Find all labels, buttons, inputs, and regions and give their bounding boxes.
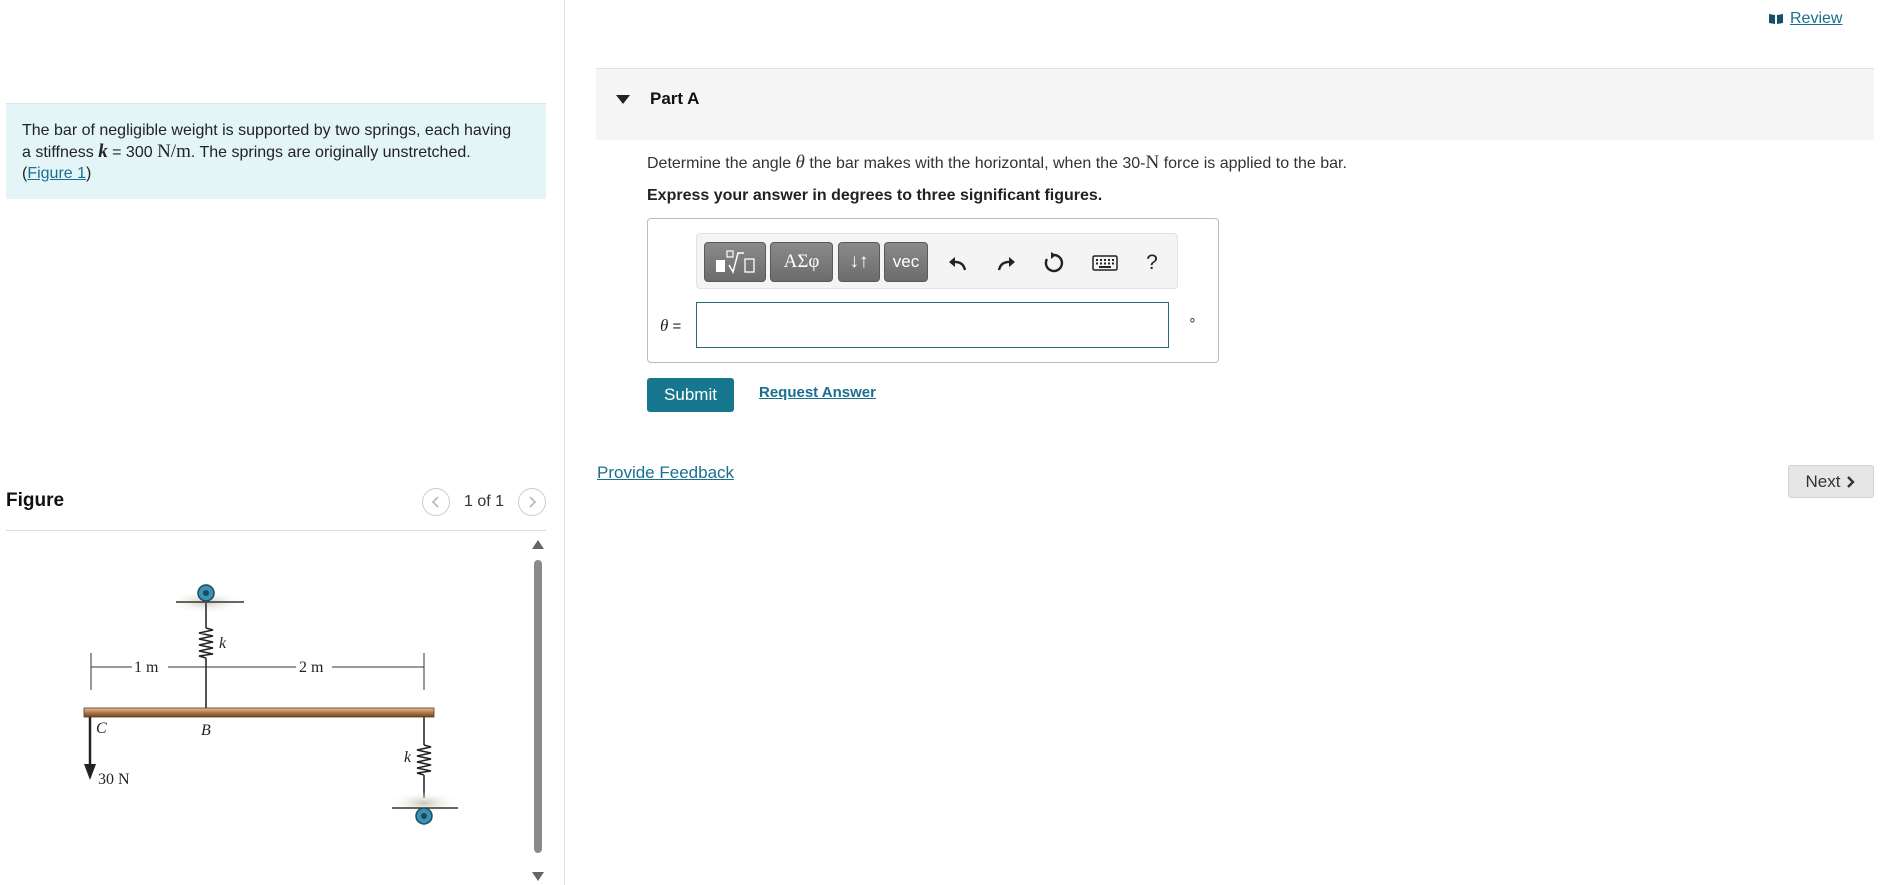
figure-next-button[interactable]: [518, 488, 546, 516]
figure-viewport[interactable]: k 1 m 2 m C B 30 N k: [6, 540, 546, 885]
reset-button[interactable]: [1037, 246, 1071, 280]
reset-icon: [1044, 252, 1064, 273]
figure-diagram: k 1 m 2 m C B 30 N k: [83, 584, 460, 825]
figure-link[interactable]: Figure 1: [27, 165, 86, 182]
label-k-top: k: [219, 635, 227, 652]
question-post: force is applied to the bar.: [1159, 155, 1347, 172]
problem-statement: The bar of negligible weight is supporte…: [6, 103, 546, 199]
answer-input[interactable]: [696, 302, 1169, 348]
next-label: Next: [1805, 471, 1841, 491]
label-force: 30 N: [98, 771, 130, 788]
submit-button[interactable]: Submit: [647, 378, 734, 412]
figure-header: Figure 1 of 1: [6, 488, 546, 531]
bottom-spring-coil: [416, 744, 432, 776]
problem-text-2: . The springs are originally unstretched…: [190, 144, 471, 161]
label-k-bottom: k: [404, 749, 412, 766]
book-icon: [1769, 14, 1783, 24]
figure-scrollbar[interactable]: [530, 540, 546, 885]
request-answer-link[interactable]: Request Answer: [759, 384, 876, 401]
problem-line-1: The bar of negligible weight is supporte…: [22, 122, 512, 139]
undo-icon: [949, 257, 967, 271]
top-pin-center: [203, 590, 209, 596]
label-dim-2m: 2 m: [299, 659, 324, 676]
chevron-right-icon: [1847, 475, 1856, 488]
question-mid: the bar makes with the horizontal, when …: [804, 155, 1146, 172]
help-button[interactable]: ?: [1135, 246, 1169, 280]
stiffness-symbol: k: [98, 141, 108, 162]
scroll-up-arrow-icon[interactable]: [532, 540, 544, 549]
figure-page-count: 1 of 1: [463, 493, 504, 510]
answer-container: ΑΣφ ↓↑ vec ? θ = ∘: [647, 218, 1219, 363]
greek-symbols-button[interactable]: ΑΣφ: [770, 242, 833, 282]
question-text: Determine the angle θ the bar makes with…: [647, 152, 1347, 174]
paren-close: ): [86, 165, 92, 182]
problem-line-2: a stiffness k = 300 N/m. The springs are…: [22, 141, 530, 163]
chevron-left-icon: [431, 496, 439, 508]
stiffness-value: = 300: [107, 144, 158, 161]
theta-symbol: θ: [795, 152, 805, 173]
undo-button[interactable]: [941, 246, 975, 280]
answer-equals: =: [668, 318, 682, 335]
bottom-pin-center: [421, 813, 427, 819]
template-sqrt-icon: [716, 250, 755, 274]
review-link[interactable]: Review: [1768, 10, 1842, 28]
next-button[interactable]: Next: [1788, 465, 1874, 498]
vector-button[interactable]: vec: [884, 242, 928, 282]
answer-label: θ =: [660, 316, 681, 336]
answer-instruction: Express your answer in degrees to three …: [647, 187, 1103, 204]
label-point-c: C: [96, 720, 107, 737]
problem-text: a stiffness: [22, 144, 99, 161]
label-dim-1m: 1 m: [134, 659, 159, 676]
force-unit: N: [1145, 152, 1160, 173]
degree-unit: ∘: [1188, 311, 1197, 327]
keyboard-button[interactable]: [1088, 246, 1122, 280]
math-toolbar: ΑΣφ ↓↑ vec ?: [696, 233, 1178, 289]
scrollbar-thumb[interactable]: [534, 560, 542, 853]
force-arrow-head: [84, 764, 96, 780]
template-button[interactable]: [704, 242, 766, 282]
stiffness-unit: N/m: [157, 141, 191, 162]
part-a-header[interactable]: Part A: [596, 69, 1874, 140]
provide-feedback-link[interactable]: Provide Feedback: [597, 463, 734, 483]
figure-title: Figure: [6, 490, 65, 511]
scroll-down-arrow-icon[interactable]: [532, 872, 544, 881]
subscript-superscript-button[interactable]: ↓↑: [838, 242, 880, 282]
figure-pager: 1 of 1: [421, 488, 546, 516]
question-pre: Determine the angle: [647, 155, 796, 172]
redo-icon: [997, 257, 1015, 271]
review-label: Review: [1790, 10, 1843, 27]
problem-line-3: (Figure 1): [22, 163, 530, 184]
label-point-b: B: [201, 722, 211, 739]
top-spring-coil: [198, 627, 214, 659]
part-title: Part A: [650, 89, 700, 108]
chevron-right-icon: [529, 496, 537, 508]
caret-down-icon: [616, 95, 630, 104]
rigid-bar: [83, 707, 435, 718]
keyboard-icon: [1092, 255, 1118, 271]
figure-prev-button[interactable]: [421, 488, 450, 516]
redo-button[interactable]: [989, 246, 1023, 280]
problem-pane: The bar of negligible weight is supporte…: [0, 0, 565, 885]
